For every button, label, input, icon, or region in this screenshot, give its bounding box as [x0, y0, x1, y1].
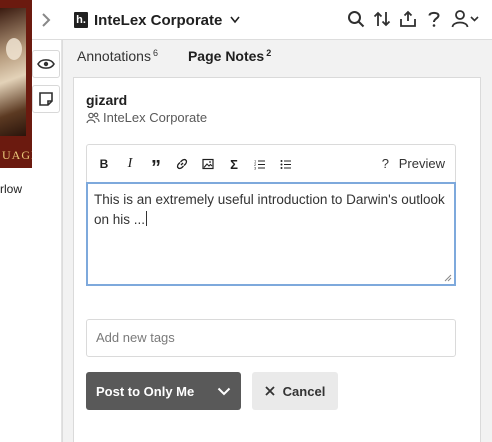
help-icon[interactable] — [424, 8, 444, 30]
bold-button[interactable]: B — [93, 145, 115, 183]
text-caret — [146, 211, 148, 226]
tab-count: 6 — [152, 48, 158, 58]
bullet-list-button[interactable] — [275, 145, 297, 183]
tab-label: Page Notes — [187, 48, 265, 64]
hypothesis-logo-icon: h. — [74, 12, 88, 28]
markdown-help-button[interactable]: ? — [382, 145, 389, 183]
page-text-fragment: rlow — [0, 182, 23, 196]
sidebar-tabs: Annotations 6 Page Notes 2 — [77, 48, 271, 70]
group-icon — [86, 112, 100, 123]
sidebar-rail — [32, 40, 62, 442]
tab-annotations[interactable]: Annotations 6 — [77, 48, 158, 70]
markdown-toolbar: B I ” Σ 123 ? Preview — [86, 144, 456, 182]
link-button[interactable] — [171, 145, 193, 183]
tags-input[interactable]: Add new tags — [86, 319, 456, 357]
chevron-down-icon — [230, 16, 240, 24]
group-selector[interactable]: h. InteLex Corporate — [74, 9, 240, 31]
chevron-right-icon — [42, 13, 51, 27]
sidebar-top-bar: h. InteLex Corporate — [32, 0, 492, 40]
preview-button[interactable]: Preview — [399, 145, 445, 183]
show-highlights-button[interactable] — [32, 50, 60, 78]
eye-icon — [37, 59, 55, 69]
page-notes-button[interactable] — [32, 85, 60, 113]
post-button[interactable]: Post to Only Me — [86, 372, 241, 410]
group-name: InteLex Corporate — [94, 11, 223, 29]
close-icon — [265, 386, 275, 396]
annotation-user[interactable]: gizard — [86, 92, 127, 108]
post-button-label: Post to Only Me — [96, 383, 195, 399]
annotation-card: gizard InteLex Corporate B I ” Σ 123 ? P… — [73, 77, 481, 442]
sort-icon[interactable] — [372, 8, 392, 30]
cancel-button-label: Cancel — [282, 383, 326, 399]
ordered-list-icon: 123 — [254, 159, 265, 171]
link-icon — [176, 158, 188, 170]
svg-text:3: 3 — [254, 166, 257, 171]
annotation-group-name: InteLex Corporate — [103, 110, 208, 125]
sidebar-toolbar — [346, 8, 480, 30]
note-icon — [39, 92, 53, 106]
user-icon[interactable] — [450, 8, 480, 30]
portrait-image — [0, 8, 26, 136]
share-icon[interactable] — [398, 8, 418, 30]
quote-button[interactable]: ” — [145, 145, 167, 183]
search-icon[interactable] — [346, 8, 366, 30]
ordered-list-button[interactable]: 123 — [249, 145, 271, 183]
cancel-button[interactable]: Cancel — [252, 372, 338, 410]
annotation-group: InteLex Corporate — [86, 110, 207, 125]
annotation-sidebar: h. InteLex Corporate Annotations 6 Page … — [32, 0, 492, 442]
tab-page-notes[interactable]: Page Notes 2 — [188, 48, 271, 70]
image-icon — [202, 158, 214, 170]
image-button[interactable] — [197, 145, 219, 183]
resize-handle-icon[interactable] — [444, 274, 452, 282]
math-button[interactable]: Σ — [223, 145, 245, 183]
sidebar-toggle-button[interactable] — [32, 0, 60, 40]
chevron-down-icon — [217, 387, 231, 395]
bullet-list-icon — [280, 160, 291, 169]
post-options-dropdown[interactable] — [207, 372, 241, 410]
italic-button[interactable]: I — [119, 145, 141, 183]
annotation-text-field[interactable]: This is an extremely useful introduction… — [86, 182, 456, 286]
tab-label: Annotations — [77, 48, 151, 64]
tab-count: 2 — [266, 48, 272, 58]
